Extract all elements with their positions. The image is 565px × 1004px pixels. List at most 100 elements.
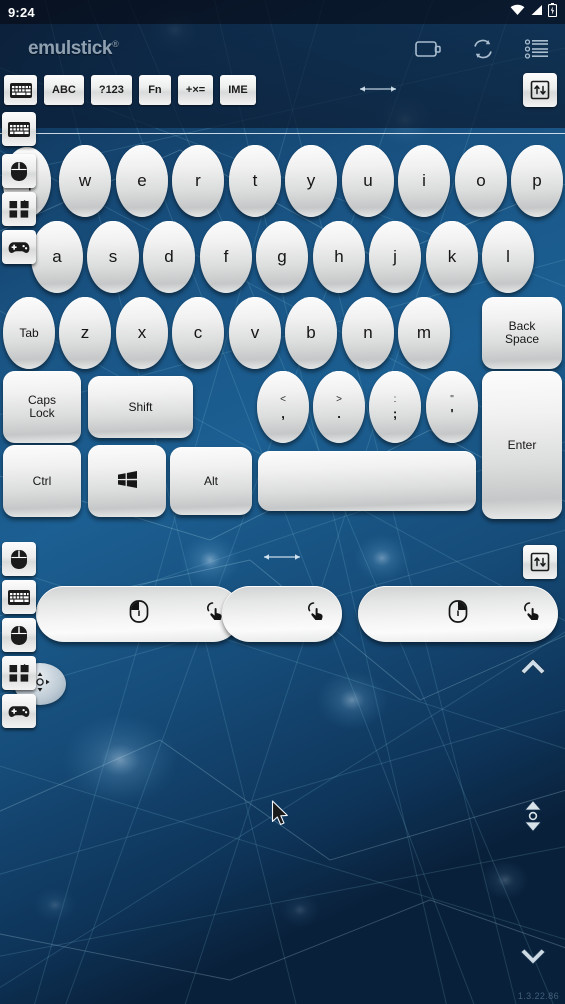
version-label: 1.3.22.86 [517, 991, 559, 1001]
key-b[interactable]: b [285, 297, 337, 369]
chip-ime[interactable]: IME [220, 75, 256, 105]
keyboard-icon[interactable] [4, 75, 37, 105]
key-c[interactable]: c [172, 297, 224, 369]
chip-abc[interactable]: ABC [44, 75, 84, 105]
keyboard-row-qwerty: q w e r t y u i o p [0, 145, 565, 223]
sidebar-item-mouse[interactable] [2, 154, 36, 188]
key-space[interactable] [258, 451, 476, 511]
key-period-label: . [337, 405, 341, 421]
mouse-resize-handle[interactable] [262, 550, 302, 564]
key-o[interactable]: o [455, 145, 507, 217]
tap-icon [522, 601, 544, 627]
key-v[interactable]: v [229, 297, 281, 369]
wifi-icon [510, 3, 525, 21]
status-system-icons [510, 2, 558, 22]
key-a[interactable]: a [31, 221, 83, 293]
sidebar-item-keyboard[interactable] [2, 112, 36, 146]
key-f[interactable]: f [200, 221, 252, 293]
key-semicolon-shift-label: : [393, 393, 397, 405]
keyboard-divider [0, 133, 565, 134]
sidebar-item-gamepad-5[interactable] [2, 694, 36, 728]
key-r[interactable]: r [172, 145, 224, 217]
key-semicolon-label: ; [392, 405, 398, 421]
mouse-right-button[interactable] [358, 586, 558, 642]
keyboard-toggle-button[interactable] [523, 73, 557, 107]
key-comma[interactable]: < , [257, 371, 309, 443]
key-g[interactable]: g [256, 221, 308, 293]
keyboard-row-bottom: Ctrl Alt [0, 445, 565, 523]
scroll-updown-icon [523, 800, 543, 836]
key-alt[interactable]: Alt [170, 447, 252, 515]
app-logo-mark: ® [112, 38, 119, 49]
sidebar-item-gamepad[interactable] [2, 230, 36, 264]
battery-icon [547, 2, 558, 22]
keyboard-panel: q w e r t y u i o p a s d f g h j k l Ta… [0, 133, 565, 530]
mouse-toggle-button[interactable] [523, 545, 557, 579]
key-d[interactable]: d [143, 221, 195, 293]
sidebar-item-grid[interactable] [2, 192, 36, 226]
key-tab[interactable]: Tab [3, 297, 55, 369]
key-h[interactable]: h [313, 221, 365, 293]
chip-numeric[interactable]: ?123 [90, 75, 132, 105]
sidebar-item-mouse-1[interactable] [2, 542, 36, 576]
chip-fn[interactable]: Fn [138, 75, 171, 105]
mouse-middle-button[interactable] [222, 586, 342, 642]
sidebar-dock-top [2, 112, 36, 268]
nav-down-button[interactable] [519, 948, 547, 973]
refresh-icon[interactable] [471, 38, 495, 65]
key-ctrl[interactable]: Ctrl [3, 445, 81, 517]
mouse-left-button[interactable] [36, 586, 241, 642]
key-e[interactable]: e [116, 145, 168, 217]
key-quote-shift-label: " [450, 393, 454, 405]
key-caps-lock[interactable]: Caps Lock [3, 371, 81, 443]
keyboard-row-asdf: a s d f g h j k l [0, 221, 565, 299]
key-u[interactable]: u [342, 145, 394, 217]
mouse-left-icon [129, 600, 148, 628]
key-comma-shift-label: < [280, 393, 286, 405]
key-p[interactable]: p [511, 145, 563, 217]
key-quote[interactable]: " ' [426, 371, 478, 443]
status-clock: 9:24 [8, 4, 35, 20]
key-x[interactable]: x [116, 297, 168, 369]
nav-up-button[interactable] [519, 655, 547, 680]
sidebar-item-mouse-3[interactable] [2, 618, 36, 652]
key-backspace[interactable]: Back Space [482, 297, 562, 369]
signal-icon [530, 3, 543, 21]
sidebar-item-grid-4[interactable] [2, 656, 36, 690]
chip-symbols[interactable]: +×= [177, 75, 214, 105]
sidebar-item-keyboard-2[interactable] [2, 580, 36, 614]
mouse-right-icon [448, 600, 468, 628]
keyboard-resize-handle[interactable] [358, 82, 398, 96]
app-logo-text: emulstick [28, 38, 113, 59]
key-l[interactable]: l [482, 221, 534, 293]
keyboard-toolbar: ABC ?123 Fn +×= IME [4, 75, 256, 105]
key-z[interactable]: z [59, 297, 111, 369]
screen-icon[interactable] [415, 39, 441, 64]
key-n[interactable]: n [342, 297, 394, 369]
sidebar-dock-bottom [2, 542, 36, 732]
status-bar: 9:24 [0, 0, 565, 24]
key-y[interactable]: y [285, 145, 337, 217]
key-k[interactable]: k [426, 221, 478, 293]
keyboard-row-zxcv: Tab z x c v b n m Back Space [0, 297, 565, 375]
key-j[interactable]: j [369, 221, 421, 293]
key-s[interactable]: s [87, 221, 139, 293]
tap-icon [306, 601, 328, 627]
app-logo: emulstick® [28, 38, 119, 60]
key-semicolon[interactable]: : ; [369, 371, 421, 443]
list-icon[interactable] [524, 39, 549, 64]
key-t[interactable]: t [229, 145, 281, 217]
key-period[interactable]: > . [313, 371, 365, 443]
key-comma-label: , [281, 405, 285, 421]
header-icon-group [415, 38, 549, 65]
key-shift[interactable]: Shift [88, 376, 193, 438]
cursor-arrow-icon [271, 800, 291, 833]
key-m[interactable]: m [398, 297, 450, 369]
key-windows[interactable] [88, 445, 166, 517]
chevron-down-icon [519, 948, 547, 972]
nav-scroll-control[interactable] [523, 800, 543, 837]
key-period-shift-label: > [336, 393, 342, 405]
key-w[interactable]: w [59, 145, 111, 217]
key-i[interactable]: i [398, 145, 450, 217]
mouse-panel [0, 536, 565, 646]
